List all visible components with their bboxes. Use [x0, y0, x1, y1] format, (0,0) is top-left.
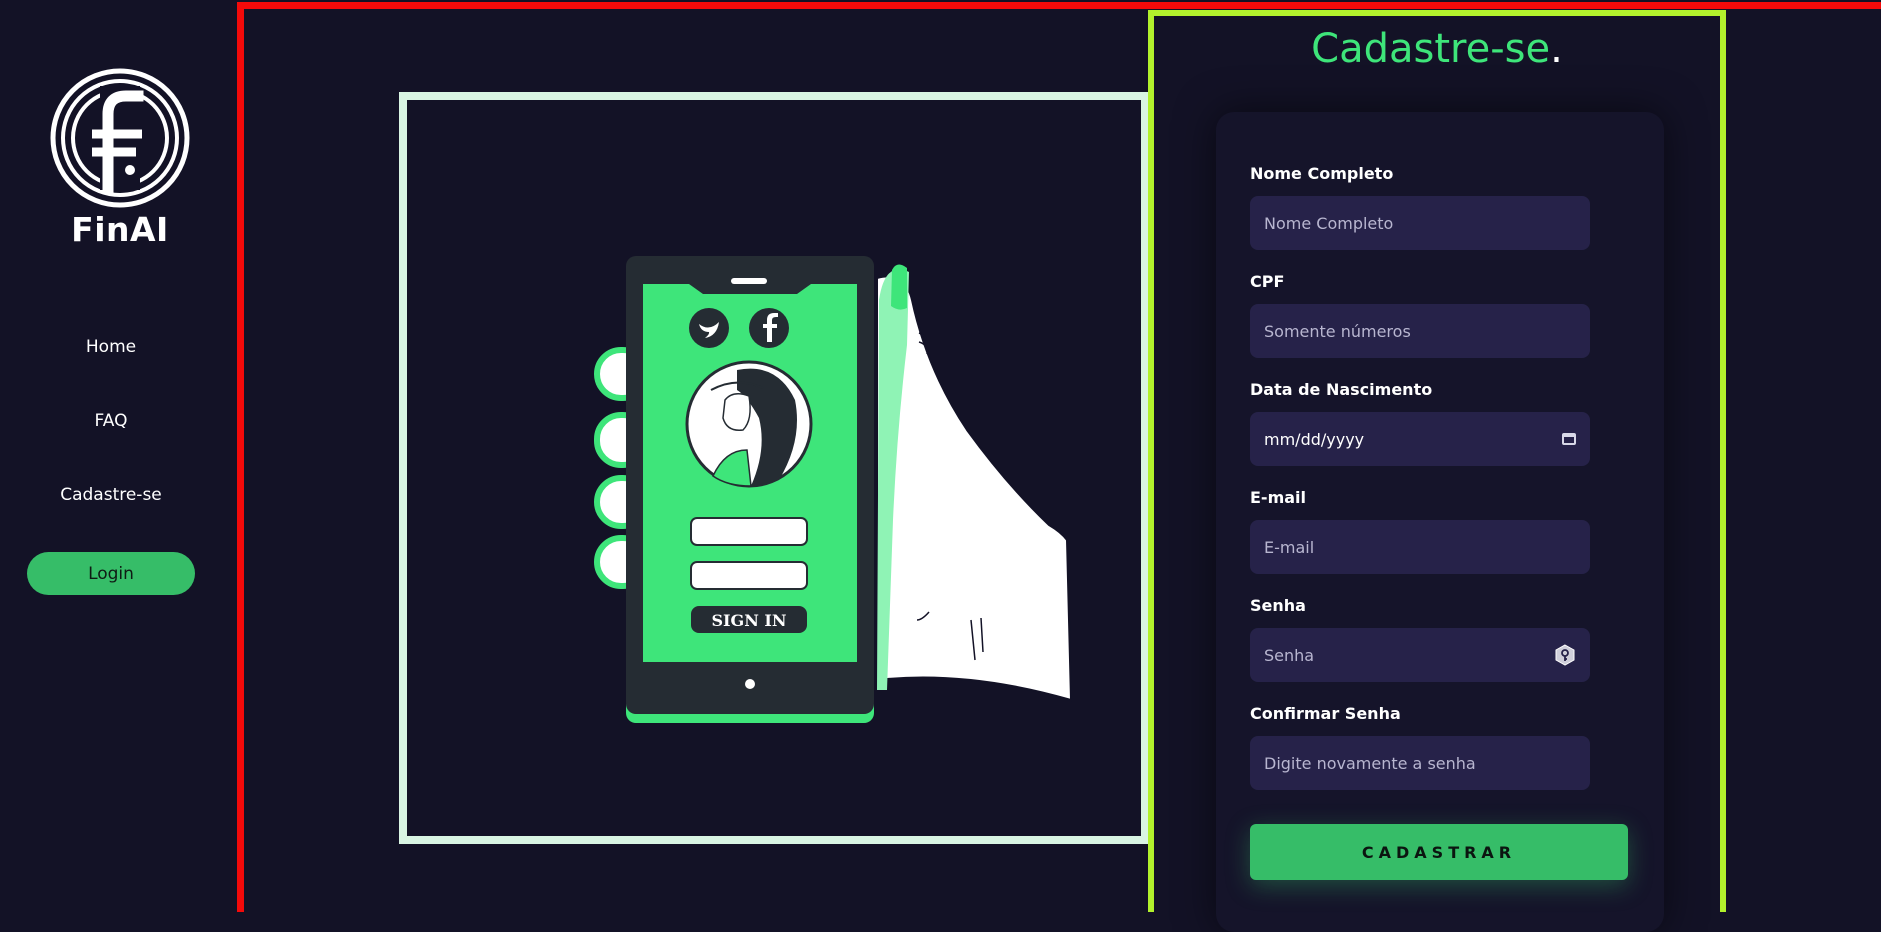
label-nome-completo: Nome Completo — [1250, 164, 1394, 183]
confirmar-senha-input[interactable]: Digite novamente a senha — [1250, 736, 1590, 790]
illustration-frame: SIGN IN — [399, 92, 1149, 844]
page-title: Cadastre-se. — [1154, 26, 1720, 72]
confirmar-senha-placeholder: Digite novamente a senha — [1264, 753, 1476, 773]
label-confirmar-senha: Confirmar Senha — [1250, 704, 1401, 723]
label-email: E-mail — [1250, 488, 1307, 507]
title-dot: . — [1550, 26, 1563, 72]
cpf-placeholder: Somente números — [1264, 321, 1411, 341]
nome-completo-placeholder: Nome Completo — [1264, 213, 1394, 233]
label-cpf: CPF — [1250, 272, 1285, 291]
nav-home[interactable]: Home — [0, 337, 222, 357]
calendar-icon[interactable] — [1562, 433, 1576, 445]
logo-text: FinAI — [71, 210, 169, 249]
key-icon[interactable] — [1554, 644, 1576, 666]
register-form: Nome Completo Nome Completo CPF Somente … — [1216, 112, 1664, 932]
data-nascimento-input[interactable]: mm/dd/yyyy — [1250, 412, 1590, 466]
title-text: Cadastre-se — [1311, 26, 1551, 72]
sign-in-label: SIGN IN — [711, 611, 786, 630]
cpf-input[interactable]: Somente números — [1250, 304, 1590, 358]
sidebar: FinAI Home FAQ Cadastre-se Login — [0, 0, 236, 912]
senha-placeholder: Senha — [1264, 645, 1315, 665]
login-button[interactable]: Login — [27, 552, 195, 595]
nav-faq[interactable]: FAQ — [0, 411, 222, 431]
register-panel: Cadastre-se. Nome Completo Nome Completo… — [1148, 10, 1726, 932]
date-placeholder: mm/dd/yyyy — [1264, 429, 1365, 449]
cadastrar-button[interactable]: CADASTRAR — [1250, 824, 1628, 880]
label-senha: Senha — [1250, 596, 1306, 615]
finai-logo-icon — [50, 68, 190, 208]
phone-illustration: SIGN IN — [594, 256, 1073, 723]
email-placeholder: E-mail — [1264, 537, 1315, 557]
nome-completo-input[interactable]: Nome Completo — [1250, 196, 1590, 250]
email-input[interactable]: E-mail — [1250, 520, 1590, 574]
nav-cadastre-se[interactable]: Cadastre-se — [0, 485, 222, 505]
senha-input[interactable]: Senha — [1250, 628, 1590, 682]
label-data-nascimento: Data de Nascimento — [1250, 380, 1433, 399]
